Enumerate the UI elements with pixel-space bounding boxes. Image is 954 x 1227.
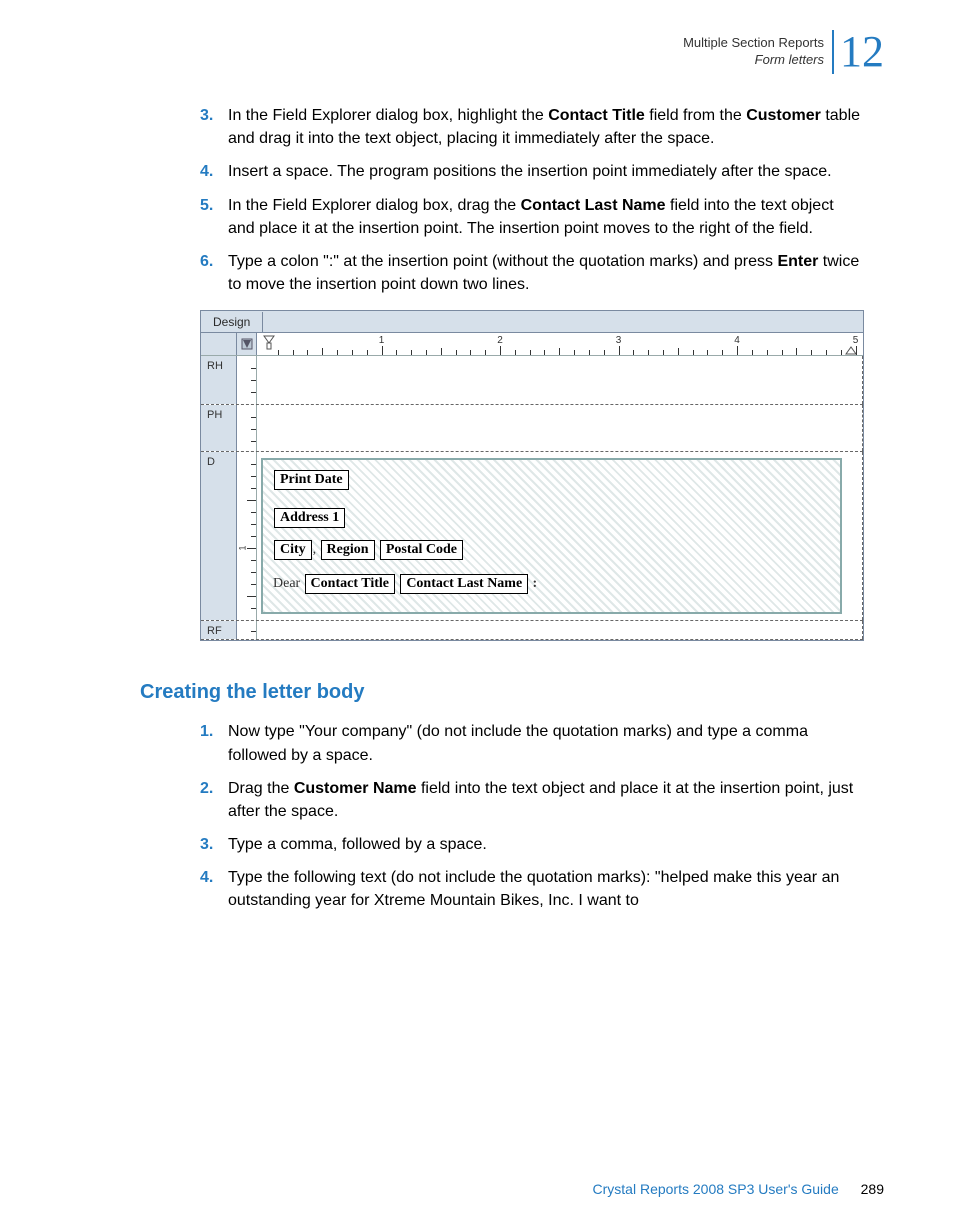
- step-text: Type a comma, followed by a space.: [228, 833, 864, 856]
- vertical-ruler: [237, 405, 257, 451]
- step-number: 3.: [200, 833, 228, 856]
- chapter-number: 12: [832, 30, 884, 74]
- section-label-d[interactable]: D: [201, 452, 237, 620]
- field-print-date[interactable]: Print Date: [274, 470, 349, 490]
- section-title: Form letters: [683, 52, 824, 69]
- indent-marker-icon: [263, 335, 275, 351]
- field-city[interactable]: City: [274, 540, 312, 560]
- field-contact-title[interactable]: Contact Title: [305, 574, 395, 594]
- field-region[interactable]: Region: [321, 540, 375, 560]
- step-number: 1.: [200, 720, 228, 766]
- footer-page-number: 289: [861, 1181, 884, 1197]
- step-number: 5.: [200, 194, 228, 240]
- field-address1[interactable]: Address 1: [274, 508, 345, 528]
- step-number: 4.: [200, 866, 228, 912]
- text-dear: Dear: [273, 576, 300, 591]
- section-heading: Creating the letter body: [140, 681, 884, 704]
- section-canvas-d[interactable]: Print Date Address 1 City, Region Postal…: [257, 452, 863, 620]
- ruler-corner: [237, 333, 257, 355]
- page-footer: Crystal Reports 2008 SP3 User's Guide 28…: [593, 1181, 884, 1197]
- step-number: 3.: [200, 104, 228, 150]
- horizontal-ruler: 12345: [257, 333, 863, 355]
- field-contact-last-name[interactable]: Contact Last Name: [400, 574, 528, 594]
- page-header: Multiple Section Reports Form letters 12: [70, 30, 884, 74]
- step-number: 2.: [200, 777, 228, 823]
- design-view-figure: Design 12345 RH: [200, 310, 864, 641]
- chapter-title: Multiple Section Reports: [683, 35, 824, 52]
- text-colon: :: [533, 576, 538, 591]
- section-label-ph[interactable]: PH: [201, 405, 237, 451]
- vertical-ruler: [237, 621, 257, 639]
- footer-guide: Crystal Reports 2008 SP3 User's Guide: [593, 1181, 839, 1197]
- step-text: Type the following text (do not include …: [228, 866, 864, 912]
- vertical-ruler: 1: [237, 452, 257, 620]
- section-canvas-ph[interactable]: [257, 405, 863, 451]
- steps-list-b: 1. Now type "Your company" (do not inclu…: [200, 720, 864, 912]
- step-text: In the Field Explorer dialog box, drag t…: [228, 194, 864, 240]
- section-canvas-rf[interactable]: [257, 621, 863, 639]
- gutter-corner: [201, 333, 237, 355]
- step-text: Drag the Customer Name field into the te…: [228, 777, 864, 823]
- text-object[interactable]: Print Date Address 1 City, Region Postal…: [261, 458, 842, 614]
- step-text: In the Field Explorer dialog box, highli…: [228, 104, 864, 150]
- step-text: Type a colon ":" at the insertion point …: [228, 250, 864, 296]
- section-label-rh[interactable]: RH: [201, 356, 237, 404]
- steps-list-a: 3. In the Field Explorer dialog box, hig…: [200, 104, 864, 296]
- section-canvas-rh[interactable]: [257, 356, 863, 404]
- step-text: Now type "Your company" (do not include …: [228, 720, 864, 766]
- section-label-rf[interactable]: RF: [201, 621, 237, 639]
- step-number: 4.: [200, 160, 228, 183]
- vertical-ruler: [237, 356, 257, 404]
- design-tab[interactable]: Design: [201, 312, 263, 332]
- step-number: 6.: [200, 250, 228, 296]
- step-text: Insert a space. The program positions th…: [228, 160, 864, 183]
- field-postal-code[interactable]: Postal Code: [380, 540, 463, 560]
